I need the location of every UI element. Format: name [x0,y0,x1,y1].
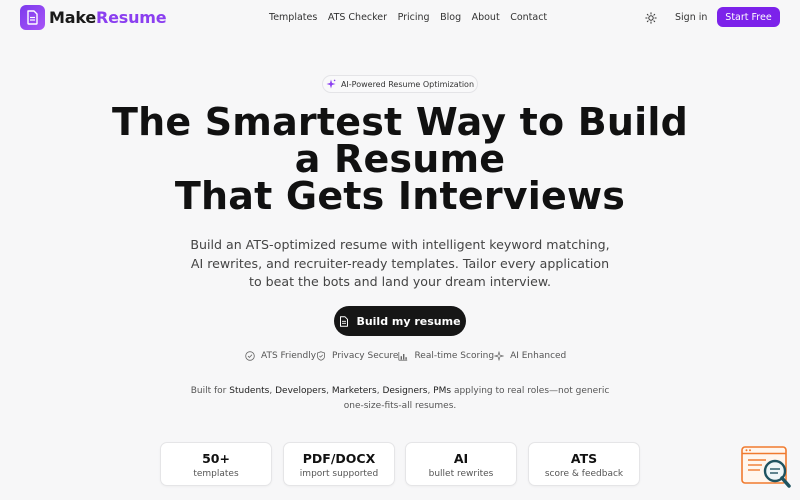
feature-label: ATS Friendly [261,351,317,361]
page-title: The Smartest Way to Build a Resume That … [0,100,800,218]
brand-name: MakeResume [49,8,167,27]
top-navbar: MakeResume Templates ATS Checker Pricing… [0,0,800,36]
document-icon [20,5,45,30]
audience-prefix: Built for [190,386,227,396]
hero-description: Build an ATS-optimized resume with intel… [190,237,610,289]
stat-card-templates: 50+ templates [160,442,272,486]
stat-value: ATS [570,451,598,466]
badge-label: AI-Powered Resume Optimization [340,79,475,89]
feature-ai-enhanced: AI Enhanced [494,351,566,361]
audience-text: Built for Students, Developers, Marketer… [190,386,610,411]
brand-name-part1: Make [49,8,96,27]
check-circle-icon [245,351,255,361]
nav-link-contact[interactable]: Contact [510,12,547,23]
title-line-2: a Resume [294,137,506,181]
sign-in-link[interactable]: Sign in [675,12,707,23]
document-icon [340,315,349,327]
title-line-1: The Smartest Way to Build [111,100,689,144]
bar-chart-icon [398,352,408,361]
feature-label: Real-time Scoring [414,351,495,361]
feature-real-time-scoring: Real-time Scoring [398,351,494,361]
build-resume-label: Build my resume [356,314,461,328]
nav-link-blog[interactable]: Blog [440,12,461,23]
stat-label: bullet rewrites [428,469,494,479]
nav-link-templates[interactable]: Templates [269,12,317,23]
nav-links: Templates ATS Checker Pricing Blog About… [269,12,558,23]
feature-ats-friendly: ATS Friendly [245,351,316,361]
sparkle-icon [494,351,505,361]
build-resume-button[interactable]: Build my resume [334,306,466,336]
stat-value: PDF/DOCX [302,451,376,466]
audience-role: Marketers [331,386,377,396]
start-free-button[interactable]: Start Free [717,7,780,27]
nav-link-ats-checker[interactable]: ATS Checker [328,12,387,23]
nav-link-about[interactable]: About [472,12,500,23]
resume-checker-widget-icon[interactable] [740,445,792,490]
audience-role: Students [229,386,270,396]
stat-value: AI [453,451,469,466]
stat-card-import: PDF/DOCX import supported [283,442,395,486]
feature-label: Privacy Secure [332,351,399,361]
audience-role: Designers [382,386,428,396]
title-line-3: That Gets Interviews [174,174,626,218]
feature-privacy-secure: Privacy Secure [316,351,398,361]
stat-value: 50+ [202,451,230,466]
ai-badge: AI-Powered Resume Optimization [322,75,478,93]
audience-role: Developers [275,386,327,396]
stat-label: templates [193,469,239,479]
stat-label: score & feedback [544,469,624,479]
shield-check-icon [317,351,326,361]
feature-label: AI Enhanced [510,351,567,361]
nav-link-pricing[interactable]: Pricing [398,12,430,23]
stat-card-ai: AI bullet rewrites [405,442,517,486]
brand-logo[interactable]: MakeResume [20,5,167,30]
feature-list: ATS Friendly Privacy Secure Real-time Sc… [245,351,566,361]
sparkle-icon [326,79,336,89]
stat-card-ats: ATS score & feedback [528,442,640,486]
brand-name-part2: Resume [95,8,167,27]
stat-label: import supported [299,469,379,479]
sun-icon[interactable] [645,12,657,24]
audience-role: PMs [433,386,452,396]
